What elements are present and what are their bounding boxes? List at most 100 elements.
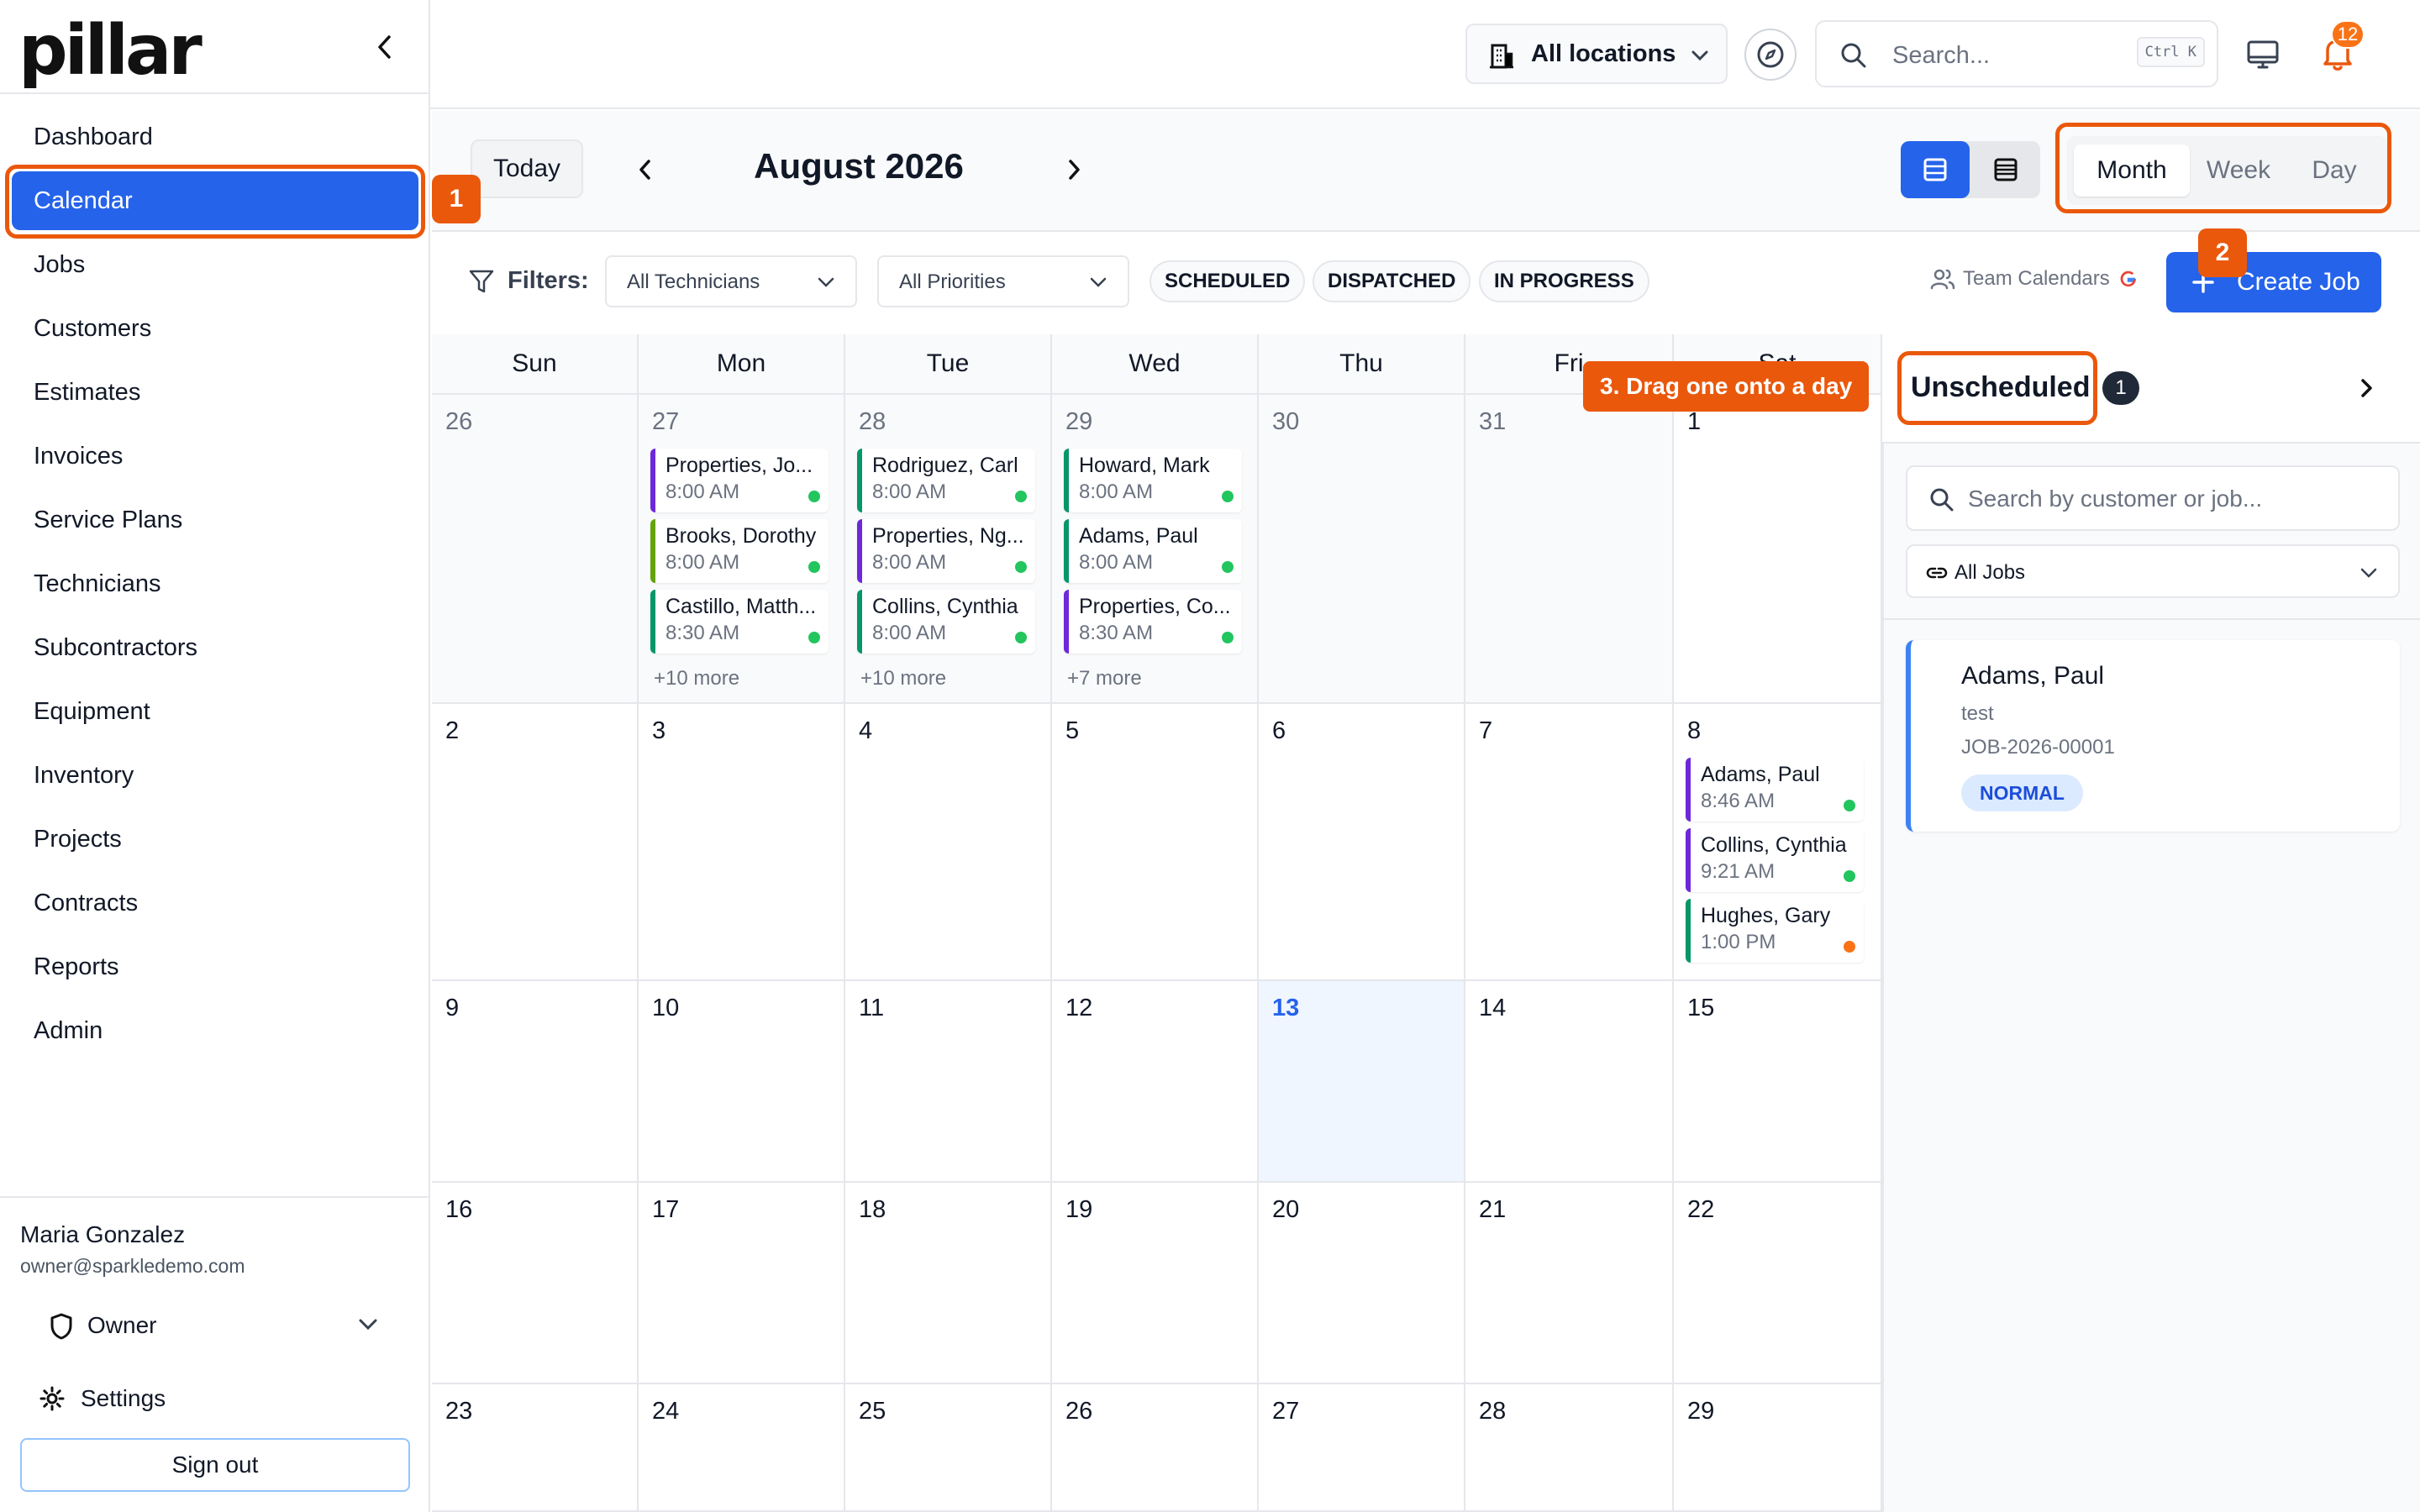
status-filter-dispatched[interactable]: DISPATCHED: [1313, 260, 1471, 302]
unscheduled-search-input[interactable]: Search by customer or job...: [1906, 465, 2400, 531]
day-cell[interactable]: 15: [1674, 981, 1882, 1183]
sidebar-item-subcontractors[interactable]: Subcontractors: [12, 618, 418, 677]
sidebar-item-inventory[interactable]: Inventory: [12, 746, 418, 805]
event-status-dot: [1015, 491, 1027, 502]
calendar-event[interactable]: Brooks, Dorothy 8:00 AM: [650, 519, 829, 583]
day-cell[interactable]: 24: [639, 1384, 845, 1512]
sidebar-item-technicians[interactable]: Technicians: [12, 554, 418, 613]
month-view-button[interactable]: Month: [2074, 144, 2190, 197]
day-cell[interactable]: 17: [639, 1183, 845, 1384]
next-month-button[interactable]: [1057, 153, 1091, 186]
day-cell[interactable]: 4: [845, 704, 1052, 981]
status-filter-in-progress[interactable]: IN PROGRESS: [1479, 260, 1649, 302]
locations-select[interactable]: All locations: [1465, 24, 1728, 84]
expand-panel-button[interactable]: [2349, 370, 2383, 407]
day-cell[interactable]: 28: [1465, 1384, 1674, 1512]
calendar-event[interactable]: Collins, Cynthia 8:00 AM: [857, 590, 1035, 654]
day-cell[interactable]: 13: [1259, 981, 1465, 1183]
sidebar-item-contracts[interactable]: Contracts: [12, 874, 418, 932]
day-cell[interactable]: 18: [845, 1183, 1052, 1384]
day-cell[interactable]: 3: [639, 704, 845, 981]
calendar-event[interactable]: Hughes, Gary 1:00 PM: [1686, 899, 1864, 963]
calendar-event[interactable]: Properties, Jo... 8:00 AM: [650, 449, 829, 512]
sidebar-item-jobs[interactable]: Jobs: [12, 235, 418, 294]
sidebar-item-dashboard[interactable]: Dashboard: [12, 108, 418, 166]
sidebar-item-reports[interactable]: Reports: [12, 937, 418, 996]
day-cell[interactable]: 23: [432, 1384, 639, 1512]
technician-filter-select[interactable]: All Technicians: [605, 255, 857, 307]
compass-button[interactable]: [1744, 29, 1797, 81]
day-cell[interactable]: 7: [1465, 704, 1674, 981]
calendar-event[interactable]: Rodriguez, Carl 8:00 AM: [857, 449, 1035, 512]
day-cell[interactable]: 26: [432, 395, 639, 704]
team-calendars-link[interactable]: Team Calendars: [1929, 267, 2139, 291]
today-button[interactable]: Today: [471, 139, 583, 198]
day-cell[interactable]: 14: [1465, 981, 1674, 1183]
day-cell[interactable]: 28 Rodriguez, Carl 8:00 AM Properties, Ng..…: [845, 395, 1052, 704]
global-search[interactable]: Search... Ctrl K: [1815, 20, 2218, 87]
day-cell[interactable]: 19: [1052, 1183, 1259, 1384]
day-cell[interactable]: 29 Howard, Mark 8:00 AM Adams, Paul 8:00 AM P…: [1052, 395, 1259, 704]
week-view-button[interactable]: Week: [2190, 144, 2287, 197]
sidebar-item-calendar[interactable]: Calendar: [12, 171, 418, 230]
day-cell[interactable]: 30: [1259, 395, 1465, 704]
day-cell[interactable]: 29: [1674, 1384, 1882, 1512]
calendar-view-button[interactable]: [1901, 141, 1970, 198]
day-cell[interactable]: 31: [1465, 395, 1674, 704]
day-cell[interactable]: 1: [1674, 395, 1882, 704]
day-number: 20: [1272, 1196, 1300, 1223]
day-cell[interactable]: 27 Properties, Jo... 8:00 AM Brooks, Doroth…: [639, 395, 845, 704]
day-cell[interactable]: 25: [845, 1384, 1052, 1512]
day-cell[interactable]: 6: [1259, 704, 1465, 981]
day-cell[interactable]: 5: [1052, 704, 1259, 981]
day-cell[interactable]: 9: [432, 981, 639, 1183]
previous-month-button[interactable]: [629, 153, 662, 186]
day-cell[interactable]: 10: [639, 981, 845, 1183]
list-view-button[interactable]: [1971, 141, 2040, 198]
sidebar-item-customers[interactable]: Customers: [12, 299, 418, 358]
sidebar-item-equipment[interactable]: Equipment: [12, 682, 418, 741]
day-view-button[interactable]: Day: [2287, 144, 2381, 197]
sign-out-button[interactable]: Sign out: [20, 1438, 410, 1492]
calendar-event[interactable]: Properties, Ng... 8:00 AM: [857, 519, 1035, 583]
calendar-event[interactable]: Castillo, Matth... 8:30 AM: [650, 590, 829, 654]
calendar-event[interactable]: Adams, Paul 8:00 AM: [1064, 519, 1242, 583]
sidebar-item-estimates[interactable]: Estimates: [12, 363, 418, 422]
job-customer-name: Adams, Paul: [1961, 662, 2105, 690]
more-events-link[interactable]: +10 more: [654, 667, 739, 690]
role-select[interactable]: Owner: [20, 1304, 395, 1347]
collapse-sidebar-button[interactable]: [368, 30, 402, 64]
event-status-dot: [1015, 632, 1027, 643]
sidebar-item-invoices[interactable]: Invoices: [12, 427, 418, 486]
pillar-logo[interactable]: pillar: [18, 17, 203, 86]
calendar-event[interactable]: Properties, Co... 8:30 AM: [1064, 590, 1242, 654]
day-cell[interactable]: 16: [432, 1183, 639, 1384]
more-events-link[interactable]: +10 more: [860, 667, 946, 690]
sidebar-item-projects[interactable]: Projects: [12, 810, 418, 869]
unscheduled-job-card[interactable]: Adams, Paul test JOB-2026-00001 NORMAL: [1906, 640, 2400, 832]
calendar-event[interactable]: Howard, Mark 8:00 AM: [1064, 449, 1242, 512]
calendar-event[interactable]: Collins, Cynthia 9:21 AM: [1686, 828, 1864, 892]
display-button[interactable]: [2242, 34, 2284, 76]
day-cell[interactable]: 12: [1052, 981, 1259, 1183]
event-customer-name: Collins, Cynthia: [872, 595, 1018, 618]
calendar-event[interactable]: Adams, Paul 8:46 AM: [1686, 758, 1864, 822]
day-cell[interactable]: 11: [845, 981, 1052, 1183]
day-cell[interactable]: 27: [1259, 1384, 1465, 1512]
sidebar-item-service-plans[interactable]: Service Plans: [12, 491, 418, 549]
day-cell[interactable]: 2: [432, 704, 639, 981]
chevron-down-icon: [1090, 277, 1107, 287]
day-cell[interactable]: 26: [1052, 1384, 1259, 1512]
status-filter-scheduled[interactable]: SCHEDULED: [1150, 260, 1306, 302]
sidebar-item-admin[interactable]: Admin: [12, 1001, 418, 1060]
event-status-dot: [808, 491, 820, 502]
event-customer-name: Hughes, Gary: [1701, 904, 1831, 927]
more-events-link[interactable]: +7 more: [1067, 667, 1142, 690]
day-cell[interactable]: 8 Adams, Paul 8:46 AM Collins, Cynthia 9:21 …: [1674, 704, 1882, 981]
day-cell[interactable]: 21: [1465, 1183, 1674, 1384]
day-cell[interactable]: 20: [1259, 1183, 1465, 1384]
job-type-filter-select[interactable]: All Jobs: [1906, 544, 2400, 598]
day-cell[interactable]: 22: [1674, 1183, 1882, 1384]
priority-filter-select[interactable]: All Priorities: [877, 255, 1129, 307]
settings-link[interactable]: Settings: [20, 1378, 395, 1420]
